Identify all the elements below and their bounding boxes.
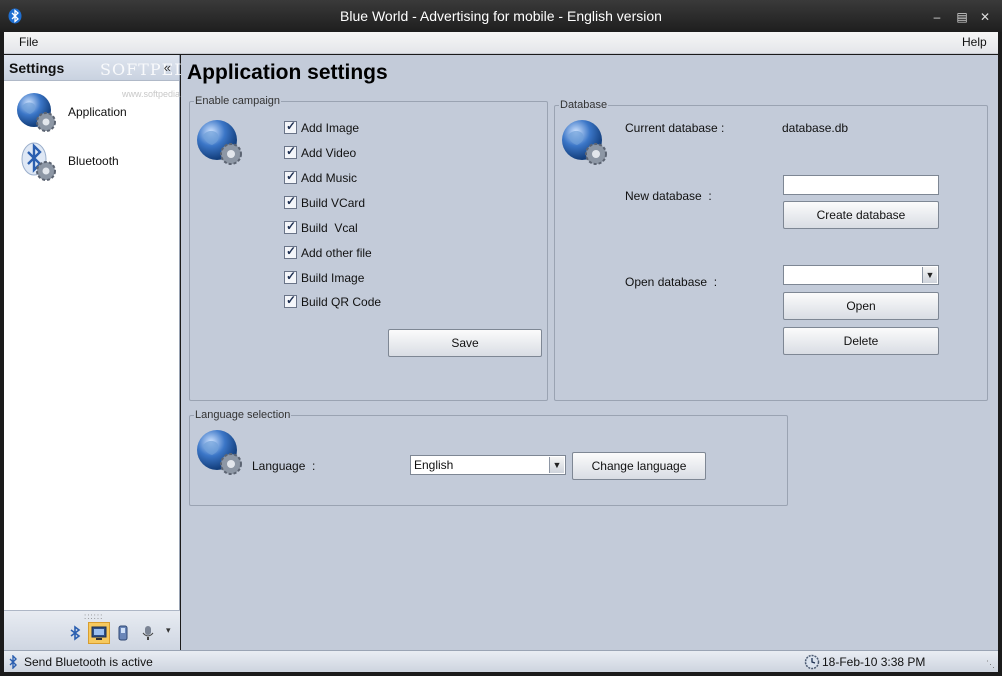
- bluetooth-status-icon: [9, 655, 17, 669]
- delete-button-label: Delete: [843, 334, 879, 348]
- language-selected-value: English: [414, 458, 454, 472]
- status-datetime: 18-Feb-10 3:38 PM: [822, 655, 926, 669]
- new-database-label: New database :: [625, 189, 712, 203]
- sidebar-toolbar: :::::: ▾: [4, 610, 180, 650]
- title-bar: Blue World - Advertising for mobile - En…: [0, 0, 1002, 32]
- sidebar-item-label: Application: [68, 105, 127, 119]
- language-group: Language selection Language : English ▼ …: [189, 409, 788, 506]
- main-panel: Application settings Enable campaign ✓ A…: [181, 55, 998, 650]
- settings-tool-button[interactable]: [88, 622, 110, 644]
- chevron-down-icon[interactable]: ▼: [549, 457, 564, 473]
- create-database-button[interactable]: Create database: [783, 201, 939, 229]
- checkbox-box[interactable]: ✓: [284, 244, 297, 259]
- status-bar: Send Bluetooth is active 18-Feb-10 3:38 …: [4, 650, 998, 672]
- open-button[interactable]: Open: [783, 292, 939, 320]
- campaign-group: Enable campaign ✓ Add Image ✓ Add Video …: [189, 95, 548, 401]
- language-label: Language :: [252, 459, 316, 473]
- create-database-label: Create database: [816, 208, 906, 222]
- close-icon[interactable]: ✕: [978, 10, 992, 24]
- checkbox-label: Build QR Code: [301, 295, 382, 309]
- checkbox-label: Add other file: [301, 246, 372, 260]
- current-database-value: database.db: [782, 121, 849, 135]
- globe-gear-icon: [197, 430, 242, 475]
- language-legend: Language selection: [195, 409, 291, 421]
- save-button[interactable]: Save: [388, 329, 542, 357]
- language-select[interactable]: English ▼: [410, 455, 566, 475]
- save-button-label: Save: [451, 336, 479, 350]
- sidebar-item-label: Bluetooth: [68, 154, 119, 168]
- current-database-label: Current database :: [625, 121, 725, 135]
- menu-bar: File Help: [4, 32, 998, 54]
- checkbox-label: Add Music: [301, 171, 358, 185]
- checkbox-label: Add Video: [301, 146, 357, 160]
- microphone-icon[interactable]: [139, 624, 157, 642]
- checkbox-box[interactable]: ✓: [284, 144, 297, 159]
- collapse-icon[interactable]: «: [164, 60, 171, 75]
- splitter-grip[interactable]: ::::::: [84, 612, 103, 621]
- globe-gear-icon: [197, 120, 242, 165]
- campaign-legend: Enable campaign: [195, 95, 281, 107]
- checkbox-label: Build VCard: [301, 196, 366, 210]
- checkbox-box[interactable]: ✓: [284, 219, 297, 234]
- sidebar-header: Settings SOFTPEDIA «: [4, 55, 207, 81]
- monitor-settings-icon: [91, 626, 107, 640]
- clock-gear-icon: [804, 654, 820, 670]
- database-legend: Database: [560, 99, 608, 111]
- menu-file[interactable]: File: [19, 35, 38, 49]
- menu-help[interactable]: Help: [962, 35, 987, 49]
- checkbox-label: Build Vcal: [301, 221, 358, 235]
- globe-gear-icon: [17, 93, 56, 132]
- toolbar-overflow-icon[interactable]: ▾: [166, 625, 171, 636]
- checkbox-box[interactable]: ✓: [284, 194, 297, 209]
- open-database-label: Open database :: [625, 275, 718, 289]
- chevron-down-icon[interactable]: ▼: [922, 267, 937, 283]
- page-title: Application settings: [187, 61, 388, 84]
- bluetooth-gear-icon: [21, 142, 56, 181]
- sidebar: Settings SOFTPEDIA « www.softpedia.com A…: [4, 55, 207, 650]
- sidebar-item-application[interactable]: Application: [4, 90, 179, 136]
- checkbox-box[interactable]: ✓: [284, 269, 297, 284]
- checkbox-box[interactable]: ✓: [284, 119, 297, 134]
- globe-gear-icon: [562, 120, 607, 165]
- change-language-label: Change language: [591, 459, 687, 473]
- checkbox-box[interactable]: ✓: [284, 293, 297, 308]
- new-database-input[interactable]: [783, 175, 939, 195]
- maximize-icon[interactable]: ▤: [955, 10, 969, 24]
- checkbox-label: Build Image: [301, 271, 365, 285]
- resize-grip-icon[interactable]: ⋱: [986, 659, 995, 670]
- checkbox-label: Add Image: [301, 121, 360, 135]
- delete-button[interactable]: Delete: [783, 327, 939, 355]
- status-message: Send Bluetooth is active: [24, 655, 153, 669]
- window-title: Blue World - Advertising for mobile - En…: [340, 8, 662, 24]
- minimize-icon[interactable]: –: [930, 10, 944, 24]
- sidebar-title: Settings: [9, 60, 65, 76]
- sidebar-item-bluetooth[interactable]: Bluetooth: [4, 139, 179, 185]
- bluetooth-icon[interactable]: [66, 624, 84, 642]
- checkbox-box[interactable]: ✓: [284, 169, 297, 184]
- open-button-label: Open: [846, 299, 876, 313]
- change-language-button[interactable]: Change language: [572, 452, 706, 480]
- phone-icon[interactable]: [114, 624, 132, 642]
- open-database-select[interactable]: ▼: [783, 265, 939, 285]
- database-group: Database Current database : database.db …: [554, 99, 988, 401]
